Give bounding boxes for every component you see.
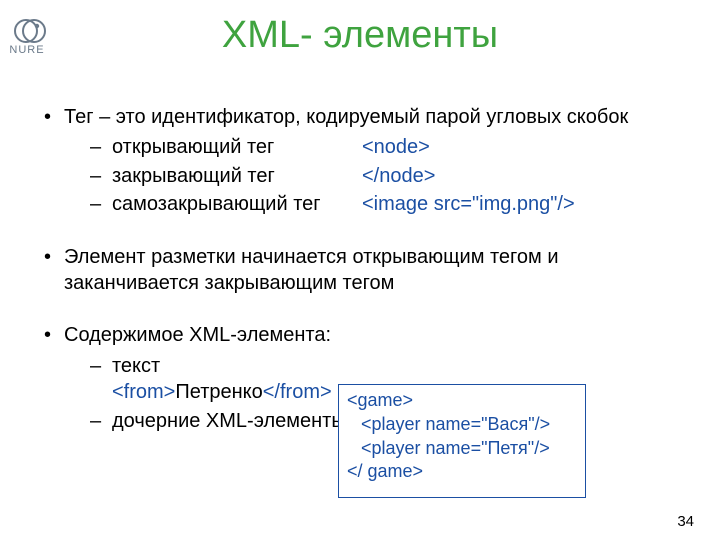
close-tag-label: закрывающий тег [112,163,362,189]
bullet-element-def: Элемент разметки начинается открывающим … [64,246,559,294]
box-line-1: <player name="Вася"/> [361,413,577,437]
open-tag-code: <node> [362,134,430,160]
close-tag-code: </node> [362,163,435,189]
selfclose-tag-code: <image src="img.png"/> [362,191,575,217]
page-number: 34 [677,513,694,530]
content-text-label: текст [112,355,160,377]
open-tag-label: открывающий тег [112,134,362,160]
box-line-3: </ game> [347,460,577,484]
logo-text: NURE [9,44,44,56]
box-line-2: <player name="Петя"/> [361,437,577,461]
box-line-0: <game> [347,389,577,413]
selfclose-tag-label: самозакрывающий тег [112,191,362,217]
bullet-tag-def: Тег – это идентификатор, кодируемый паро… [64,106,628,128]
slide-title: XML- элементы [0,14,720,57]
bullet-content-def: Содержимое XML-элемента: [64,324,331,346]
content-child-label: дочерние XML-элементы [112,410,346,432]
xml-example-box: <game> <player name="Вася"/> <player nam… [338,384,586,498]
content-text-example: <from>Петренко</from> [112,381,332,403]
nure-logo: NURE [6,18,48,56]
